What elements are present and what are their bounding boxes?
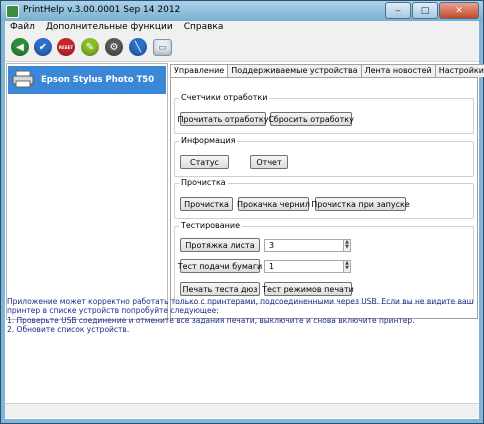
app-icon	[6, 5, 19, 18]
cleaning-button[interactable]: Прочистка	[180, 197, 233, 211]
read-counters-button[interactable]: Прочитать отработку	[178, 112, 269, 126]
status-button[interactable]: Статус	[180, 155, 229, 169]
spin-down-icon[interactable]: ▼	[344, 266, 350, 271]
testing-group-title: Тестирование	[179, 221, 243, 230]
tab-bar: Управление Поддерживаемые устройства Лен…	[170, 64, 484, 78]
ink-button[interactable]: ╲	[129, 38, 147, 56]
info-line: Приложение может корректно работать толь…	[7, 297, 474, 316]
reset-icon: RESET	[58, 44, 74, 50]
paper-supply-stepper[interactable]: ▲ ▼	[344, 260, 351, 273]
toolbar: ◀ ✔ RESET ✎ ⚙ ╲ ▭	[5, 35, 479, 62]
title-bar[interactable]: PrintHelp v.3.00.0001 Sep 14 2012 ‒ □ ✕	[1, 1, 483, 21]
cleaning-group: Прочистка Прочистка Прокачка чернил Проч…	[174, 178, 474, 219]
counters-group-title: Счетчики отработки	[179, 93, 270, 102]
printer-name: Epson Stylus Photo T50	[41, 75, 155, 85]
paper-feed-count-input[interactable]: 3	[264, 239, 344, 252]
check-button[interactable]: ✔	[34, 38, 52, 56]
menu-bar: Файл Дополнительные функции Справка	[5, 21, 479, 35]
paper-supply-count-input[interactable]: 1	[264, 260, 344, 273]
tab-settings[interactable]: Настройки	[434, 64, 484, 77]
minimize-button[interactable]: ‒	[385, 2, 411, 19]
printer-list: Epson Stylus Photo T50	[6, 63, 168, 320]
info-line: 1. Проверьте USB соединение и отмените в…	[7, 315, 415, 325]
printer-icon	[12, 70, 34, 88]
testing-group: Тестирование Протяжка листа 3 ▲ ▼ Тест по…	[174, 221, 474, 304]
menu-extra-functions[interactable]: Дополнительные функции	[41, 21, 179, 35]
reset-button[interactable]: RESET	[57, 38, 75, 56]
paper-supply-test-button[interactable]: Тест подачи бумаги	[178, 259, 262, 273]
client-area: Файл Дополнительные функции Справка ◀ ✔ …	[5, 21, 484, 419]
maximize-icon: □	[420, 5, 430, 16]
gear-icon: ⚙	[109, 41, 119, 53]
menu-file[interactable]: Файл	[5, 21, 41, 35]
close-icon: ✕	[455, 5, 463, 16]
window-title: PrintHelp v.3.00.0001 Sep 14 2012	[23, 5, 181, 15]
reset-counters-button[interactable]: Сбросить отработку	[268, 112, 354, 126]
document-icon: ▭	[158, 42, 167, 53]
report-button[interactable]: Отчет	[250, 155, 288, 169]
tab-management[interactable]: Управление	[170, 64, 229, 78]
print-modes-test-button[interactable]: Тест режимов печати	[262, 282, 354, 296]
ink-icon: ╲	[134, 41, 142, 53]
document-button[interactable]: ▭	[153, 39, 172, 56]
pencil-icon: ✎	[85, 41, 95, 53]
nozzle-test-button[interactable]: Печать теста дюз	[180, 282, 260, 296]
startup-cleaning-button[interactable]: Прочистка при запуске	[311, 197, 410, 211]
management-panel: Счетчики отработки Прочитать отработку С…	[170, 77, 478, 319]
app-window: PrintHelp v.3.00.0001 Sep 14 2012 ‒ □ ✕ …	[0, 0, 484, 424]
status-bar	[5, 403, 479, 418]
tab-supported-devices[interactable]: Поддерживаемые устройства	[227, 64, 362, 77]
paper-feed-button[interactable]: Протяжка листа	[180, 238, 260, 252]
back-button[interactable]: ◀	[11, 38, 29, 56]
info-group-title: Информация	[179, 136, 238, 145]
tab-news[interactable]: Лента новостей	[360, 64, 436, 77]
back-arrow-icon: ◀	[16, 41, 24, 53]
maximize-button[interactable]: □	[412, 2, 438, 19]
info-message: Приложение может корректно работать толь…	[7, 297, 477, 335]
close-button[interactable]: ✕	[439, 2, 479, 19]
spin-down-icon[interactable]: ▼	[344, 245, 350, 250]
settings-button[interactable]: ⚙	[105, 38, 123, 56]
info-line: 2. Обновите список устройств.	[7, 325, 130, 335]
minimize-icon: ‒	[395, 5, 401, 16]
check-icon: ✔	[38, 41, 48, 53]
edit-button[interactable]: ✎	[81, 38, 99, 56]
printer-list-item[interactable]: Epson Stylus Photo T50	[8, 66, 166, 94]
counters-group: Счетчики отработки Прочитать отработку С…	[174, 93, 474, 134]
menu-help[interactable]: Справка	[179, 21, 230, 35]
cleaning-group-title: Прочистка	[179, 178, 228, 187]
ink-pump-button[interactable]: Прокачка чернил	[237, 197, 310, 211]
paper-feed-stepper[interactable]: ▲ ▼	[344, 239, 351, 252]
info-group: Информация Статус Отчет	[174, 136, 474, 177]
